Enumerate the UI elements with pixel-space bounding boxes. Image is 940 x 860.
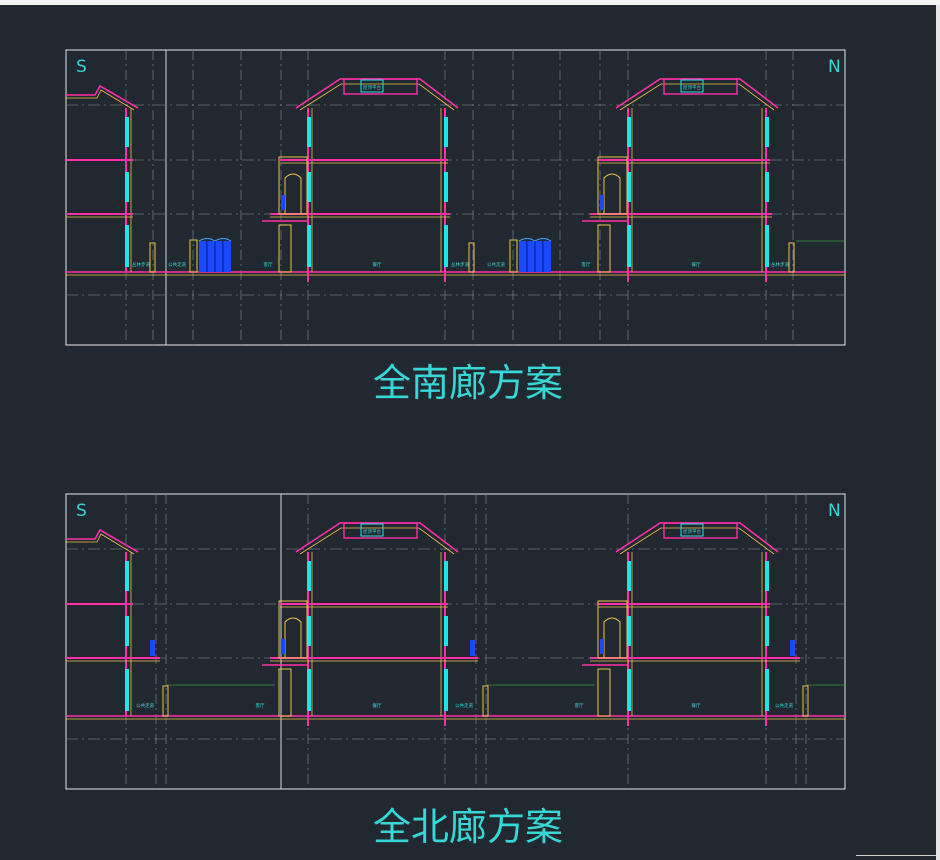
ground-label: 餐厅 (692, 261, 701, 268)
ground-label: 公共走道 (455, 702, 473, 709)
ground-label: 公共走道 (168, 261, 186, 268)
ground-label: 公共走道 (136, 702, 154, 709)
ground-label: 公共走道 (775, 702, 793, 709)
building-main-1 (262, 78, 475, 282)
roof-terrace-label: 屋顶平台 (363, 528, 381, 535)
south-label: S (76, 501, 87, 521)
building-partial-left (66, 528, 169, 717)
building-main-2 (582, 522, 809, 726)
north-label: N (828, 57, 841, 77)
cad-canvas[interactable]: S N 屋顶平台 屋顶平台 丛林步道 公共走道 客厅 餐厅 丛林步道 公共走道 … (0, 0, 940, 860)
section-drawings: S N 屋顶平台 屋顶平台 丛林步道 公共走道 客厅 餐厅 丛林步道 公共走道 … (65, 49, 846, 849)
ground-label: 餐厅 (373, 261, 382, 268)
roof-terrace-label: 屋顶平台 (363, 84, 381, 91)
ground-label: 餐厅 (692, 702, 701, 709)
level-lines (66, 548, 845, 740)
ground-label: 餐厅 (373, 702, 382, 709)
building-main-1 (262, 522, 489, 726)
drawing-texts: S N 屋顶平台 屋顶平台 丛林步道 公共走道 客厅 餐厅 丛林步道 公共走道 … (76, 57, 841, 849)
ground-label: 丛林步道 (771, 261, 789, 268)
ground-label: 丛林步道 (132, 261, 150, 268)
roof-terrace-label: 屋顶平台 (683, 84, 701, 91)
section-drawing-south (65, 49, 846, 346)
north-label: N (828, 501, 841, 521)
drawing-title: 全南廊方案 (373, 361, 563, 405)
ground-label: 丛林步道 (451, 261, 469, 268)
roof-terrace-label: 屋顶平台 (683, 528, 701, 535)
ground-label: 客厅 (256, 702, 265, 709)
ground-label: 客厅 (575, 702, 584, 709)
drawing-title: 全北廊方案 (373, 805, 563, 849)
ground-label: 客厅 (582, 261, 591, 268)
building-main-2 (582, 78, 795, 282)
building-partial-left (66, 84, 156, 273)
gate-icon (189, 238, 232, 273)
ground-label: 公共走道 (487, 261, 505, 268)
section-drawing-north (65, 493, 846, 790)
ground-label: 客厅 (264, 261, 273, 268)
south-label: S (76, 57, 87, 77)
gate-icon (509, 238, 552, 273)
